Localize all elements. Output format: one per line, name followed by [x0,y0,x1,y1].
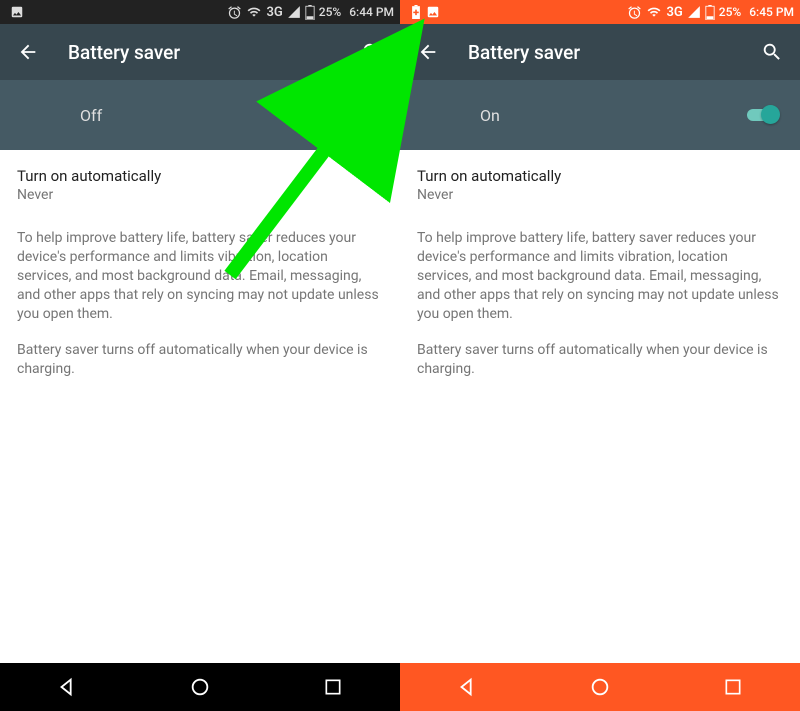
back-button[interactable] [10,34,46,70]
back-button[interactable] [410,34,446,70]
app-bar: Battery saver [0,24,400,80]
toggle-state-label: Off [80,106,344,125]
nav-home-button[interactable] [186,673,214,701]
battery-percent: 25% [319,5,341,19]
nav-recent-button[interactable] [319,673,347,701]
nav-back-button[interactable] [53,673,81,701]
toggle-state-label: On [480,106,744,125]
clock-time: 6:45 PM [749,5,794,19]
page-title: Battery saver [468,41,754,64]
nav-back-icon [56,676,78,698]
arrow-back-icon [417,41,439,63]
status-bar: 3G 25% 6:45 PM [400,0,800,24]
content-area: Turn on automatically Never To help impr… [0,150,400,663]
signal-icon [287,5,301,19]
toggle-bar[interactable]: Off [0,80,400,150]
battery-plus-icon [410,5,422,19]
battery-icon [305,5,315,20]
nav-bar [400,663,800,711]
nav-back-button[interactable] [453,673,481,701]
page-title: Battery saver [68,41,354,64]
content-area: Turn on automatically Never To help impr… [400,150,800,663]
nav-recent-icon [723,677,743,697]
search-button[interactable] [354,34,390,70]
description-1: To help improve battery life, battery sa… [417,229,783,323]
battery-percent: 25% [719,5,741,19]
alarm-icon [227,5,242,20]
auto-option-value: Never [17,187,383,203]
screen-on: 3G 25% 6:45 PM Battery saver On Turn on … [400,0,800,711]
auto-option-title[interactable]: Turn on automatically [417,167,783,185]
image-icon [426,5,440,19]
toggle-bar[interactable]: On [400,80,800,150]
battery-saver-switch[interactable] [744,105,780,125]
nav-home-button[interactable] [586,673,614,701]
app-bar: Battery saver [400,24,800,80]
nav-home-icon [189,676,211,698]
auto-option-value: Never [417,187,783,203]
description-1: To help improve battery life, battery sa… [17,229,383,323]
clock-time: 6:44 PM [349,5,394,19]
network-label: 3G [266,5,282,20]
nav-recent-button[interactable] [719,673,747,701]
search-icon [761,41,783,63]
battery-saver-switch[interactable] [344,105,380,125]
description-2: Battery saver turns off automatically wh… [17,341,383,379]
wifi-icon [646,5,662,19]
signal-icon [687,5,701,19]
description-2: Battery saver turns off automatically wh… [417,341,783,379]
arrow-back-icon [17,41,39,63]
network-label: 3G [666,5,682,20]
image-icon [10,5,24,19]
search-icon [361,41,383,63]
status-bar: 3G 25% 6:44 PM [0,0,400,24]
nav-back-icon [456,676,478,698]
search-button[interactable] [754,34,790,70]
nav-home-icon [589,676,611,698]
nav-bar [0,663,400,711]
wifi-icon [246,5,262,19]
screen-off: 3G 25% 6:44 PM Battery saver Off Turn on… [0,0,400,711]
alarm-icon [627,5,642,20]
battery-icon [705,5,715,20]
nav-recent-icon [323,677,343,697]
auto-option-title[interactable]: Turn on automatically [17,167,383,185]
